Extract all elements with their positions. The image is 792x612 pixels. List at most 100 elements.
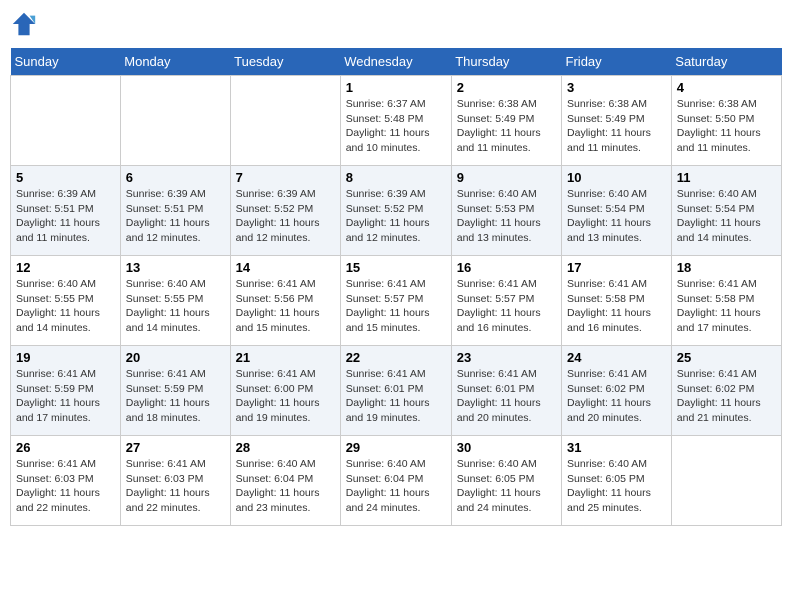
calendar-cell: 14Sunrise: 6:41 AMSunset: 5:56 PMDayligh… bbox=[230, 256, 340, 346]
day-info: Sunset: 5:54 PM bbox=[677, 202, 776, 217]
day-info: Sunset: 5:55 PM bbox=[16, 292, 115, 307]
calendar-cell: 27Sunrise: 6:41 AMSunset: 6:03 PMDayligh… bbox=[120, 436, 230, 526]
calendar-cell: 12Sunrise: 6:40 AMSunset: 5:55 PMDayligh… bbox=[11, 256, 121, 346]
day-info: Sunrise: 6:39 AM bbox=[236, 187, 335, 202]
day-info: Daylight: 11 hours and 10 minutes. bbox=[346, 126, 446, 155]
weekday-header: Thursday bbox=[451, 48, 561, 76]
day-number: 22 bbox=[346, 350, 446, 365]
calendar-cell: 11Sunrise: 6:40 AMSunset: 5:54 PMDayligh… bbox=[671, 166, 781, 256]
logo bbox=[10, 10, 42, 38]
day-info: Daylight: 11 hours and 12 minutes. bbox=[236, 216, 335, 245]
day-number: 14 bbox=[236, 260, 335, 275]
day-info: Sunrise: 6:41 AM bbox=[567, 367, 666, 382]
day-number: 20 bbox=[126, 350, 225, 365]
calendar-cell: 22 Sunrise: 6:41 AMSunset: 6:01 PMDayligh… bbox=[340, 346, 451, 436]
day-number: 27 bbox=[126, 440, 225, 455]
weekday-header: Sunday bbox=[11, 48, 121, 76]
calendar-table: SundayMondayTuesdayWednesdayThursdayFrid… bbox=[10, 48, 782, 526]
day-info: Sunrise: 6:40 AM bbox=[126, 277, 225, 292]
calendar-cell bbox=[671, 436, 781, 526]
day-info: Daylight: 11 hours and 18 minutes. bbox=[126, 396, 225, 425]
weekday-header: Friday bbox=[562, 48, 672, 76]
day-info: Sunset: 5:50 PM bbox=[677, 112, 776, 127]
day-number: 2 bbox=[457, 80, 556, 95]
day-number: 17 bbox=[567, 260, 666, 275]
day-number: 1 bbox=[346, 80, 446, 95]
calendar-cell: 28Sunrise: 6:40 AMSunset: 6:04 PMDayligh… bbox=[230, 436, 340, 526]
day-number: 9 bbox=[457, 170, 556, 185]
calendar-cell: 21Sunrise: 6:41 AMSunset: 6:00 PMDayligh… bbox=[230, 346, 340, 436]
calendar-cell: 7 Sunrise: 6:39 AMSunset: 5:52 PMDaylight… bbox=[230, 166, 340, 256]
day-info: Sunset: 5:52 PM bbox=[236, 202, 335, 217]
day-number: 26 bbox=[16, 440, 115, 455]
day-number: 30 bbox=[457, 440, 556, 455]
day-info: Daylight: 11 hours and 11 minutes. bbox=[677, 126, 776, 155]
day-number: 6 bbox=[126, 170, 225, 185]
day-info: Daylight: 11 hours and 11 minutes. bbox=[457, 126, 556, 155]
calendar-cell: 18Sunrise: 6:41 AMSunset: 5:58 PMDayligh… bbox=[671, 256, 781, 346]
day-info: Daylight: 11 hours and 14 minutes. bbox=[126, 306, 225, 335]
calendar-cell: 31Sunrise: 6:40 AMSunset: 6:05 PMDayligh… bbox=[562, 436, 672, 526]
day-number: 18 bbox=[677, 260, 776, 275]
day-number: 29 bbox=[346, 440, 446, 455]
day-number: 7 bbox=[236, 170, 335, 185]
day-info: Sunrise: 6:40 AM bbox=[457, 187, 556, 202]
calendar-cell bbox=[230, 76, 340, 166]
day-number: 15 bbox=[346, 260, 446, 275]
calendar-week-row: 19Sunrise: 6:41 AMSunset: 5:59 PMDayligh… bbox=[11, 346, 782, 436]
day-info: Sunrise: 6:41 AM bbox=[677, 367, 776, 382]
day-info: Daylight: 11 hours and 16 minutes. bbox=[567, 306, 666, 335]
logo-icon bbox=[10, 10, 38, 38]
calendar-cell: 13 Sunrise: 6:40 AMSunset: 5:55 PMDayligh… bbox=[120, 256, 230, 346]
day-info: Daylight: 11 hours and 19 minutes. bbox=[236, 396, 335, 425]
day-info: Sunrise: 6:41 AM bbox=[236, 277, 335, 292]
day-info: Sunset: 5:51 PM bbox=[16, 202, 115, 217]
day-info: Sunset: 6:01 PM bbox=[457, 382, 556, 397]
day-info: Sunset: 6:05 PM bbox=[457, 472, 556, 487]
page-header bbox=[10, 10, 782, 38]
day-number: 24 bbox=[567, 350, 666, 365]
day-info: Sunset: 6:01 PM bbox=[346, 382, 446, 397]
day-info: Daylight: 11 hours and 15 minutes. bbox=[346, 306, 446, 335]
day-info: Sunrise: 6:41 AM bbox=[346, 277, 446, 292]
day-info: Sunset: 5:51 PM bbox=[126, 202, 225, 217]
day-info: Daylight: 11 hours and 17 minutes. bbox=[677, 306, 776, 335]
day-info: Daylight: 11 hours and 19 minutes. bbox=[346, 396, 446, 425]
day-number: 11 bbox=[677, 170, 776, 185]
day-info: Sunrise: 6:40 AM bbox=[346, 457, 446, 472]
day-info: Sunset: 6:04 PM bbox=[236, 472, 335, 487]
weekday-header: Saturday bbox=[671, 48, 781, 76]
day-info: Sunset: 5:58 PM bbox=[567, 292, 666, 307]
day-info: Sunset: 6:03 PM bbox=[16, 472, 115, 487]
day-info: Sunset: 5:52 PM bbox=[346, 202, 446, 217]
day-info: Sunrise: 6:41 AM bbox=[346, 367, 446, 382]
day-info: Sunset: 5:48 PM bbox=[346, 112, 446, 127]
calendar-week-row: 26 Sunrise: 6:41 AM Sunset: 6:03 PM Dayligh… bbox=[11, 436, 782, 526]
day-number: 4 bbox=[677, 80, 776, 95]
day-number: 13 bbox=[126, 260, 225, 275]
day-info: Sunrise: 6:41 AM bbox=[126, 457, 225, 472]
day-info: Sunset: 5:57 PM bbox=[457, 292, 556, 307]
day-info: Sunrise: 6:38 AM bbox=[457, 97, 556, 112]
day-info: Sunset: 5:55 PM bbox=[126, 292, 225, 307]
day-number: 23 bbox=[457, 350, 556, 365]
day-number: 19 bbox=[16, 350, 115, 365]
day-info: Sunset: 5:59 PM bbox=[16, 382, 115, 397]
day-info: Sunset: 6:02 PM bbox=[677, 382, 776, 397]
weekday-header: Wednesday bbox=[340, 48, 451, 76]
day-info: Sunrise: 6:40 AM bbox=[567, 457, 666, 472]
day-info: Sunset: 5:49 PM bbox=[567, 112, 666, 127]
day-info: Sunrise: 6:41 AM bbox=[457, 277, 556, 292]
day-info: Sunrise: 6:41 AM bbox=[126, 367, 225, 382]
day-number: 16 bbox=[457, 260, 556, 275]
day-info: Sunrise: 6:39 AM bbox=[126, 187, 225, 202]
weekday-header: Monday bbox=[120, 48, 230, 76]
weekday-header-row: SundayMondayTuesdayWednesdayThursdayFrid… bbox=[11, 48, 782, 76]
calendar-cell: 19Sunrise: 6:41 AMSunset: 5:59 PMDayligh… bbox=[11, 346, 121, 436]
day-info: Daylight: 11 hours and 22 minutes. bbox=[126, 486, 225, 515]
day-info: Sunrise: 6:41 AM bbox=[236, 367, 335, 382]
day-info: Sunrise: 6:41 AM bbox=[16, 367, 115, 382]
day-info: Daylight: 11 hours and 14 minutes. bbox=[677, 216, 776, 245]
calendar-cell: 17Sunrise: 6:41 AMSunset: 5:58 PMDayligh… bbox=[562, 256, 672, 346]
day-info: Daylight: 11 hours and 21 minutes. bbox=[677, 396, 776, 425]
